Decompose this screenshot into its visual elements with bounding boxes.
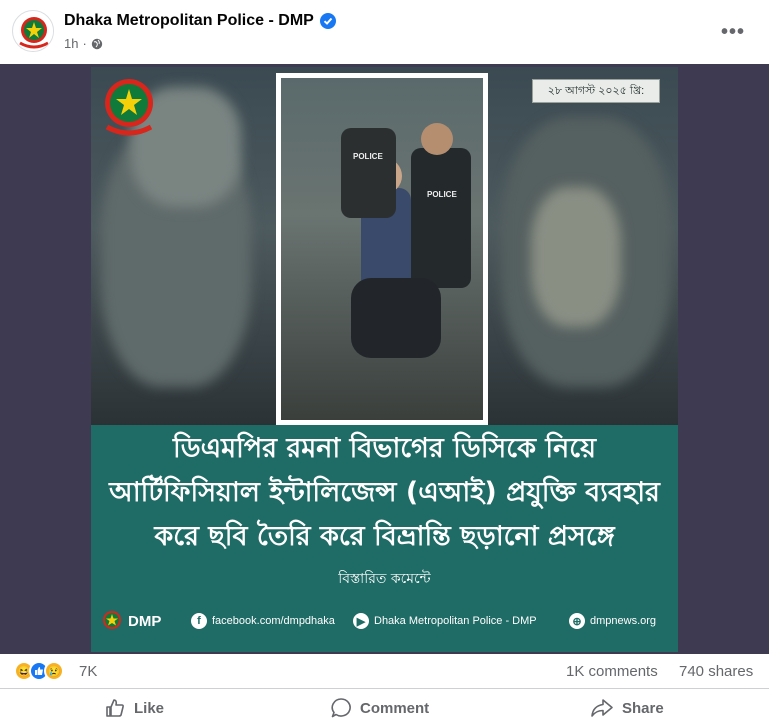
footer-web-label: dmpnews.org	[590, 615, 657, 627]
footer-youtube: ▶ Dhaka Metropolitan Police - DMP	[353, 613, 537, 629]
headline-line: ডিএমপির রমনা বিভাগের ডিসিকে নিয়ে	[172, 433, 596, 464]
police-label: POLICE	[353, 152, 383, 161]
poster-date: ২৮ আগস্ট ২০২৫ খ্রি:	[532, 79, 660, 103]
post-media[interactable]: ২৮ আগস্ট ২০২৫ খ্রি: POLICE POLICE ডিএমপি…	[0, 64, 769, 654]
footer-brand-label: DMP	[128, 612, 162, 630]
comment-icon	[331, 698, 351, 718]
post-actions: Like Comment Share	[0, 688, 769, 725]
headline-line: আর্টিফিসিয়াল ইন্টালিজেন্স (এআই) প্রযুক্…	[109, 477, 660, 508]
facebook-icon: f	[191, 613, 207, 629]
footer-web: ⊕ dmpnews.org	[569, 613, 656, 629]
footer-facebook-label: facebook.com/dmpdhaka	[212, 615, 335, 627]
reaction-icons[interactable]: 😆 😢	[14, 661, 64, 681]
page-name-link[interactable]: Dhaka Metropolitan Police - DMP	[64, 12, 314, 30]
poster-headline: ডিএমপির রমনা বিভাগের ডিসিকে নিয়ে আর্টিফ…	[91, 427, 678, 591]
headline-line: করে ছবি তৈরি করে বিভ্রান্তি ছড়ানো প্রসঙ…	[154, 521, 615, 552]
comment-button[interactable]: Comment	[330, 695, 429, 721]
shares-count-link[interactable]: 740 shares	[679, 663, 753, 680]
verified-badge-icon	[320, 13, 336, 29]
comment-label: Comment	[360, 699, 430, 717]
post-time-link[interactable]: 1h	[64, 36, 78, 51]
share-icon	[591, 699, 613, 717]
web-globe-icon: ⊕	[569, 613, 585, 629]
post-meta: 1h ·	[64, 36, 103, 51]
footer-dmp-logo-icon	[103, 611, 121, 629]
comments-count-link[interactable]: 1K comments	[566, 663, 658, 680]
page-avatar[interactable]	[12, 10, 54, 52]
poster-footer: DMP f facebook.com/dmpdhaka ▶ Dhaka Metr…	[91, 595, 678, 647]
dmp-logo-icon	[14, 12, 53, 51]
like-label: Like	[134, 699, 165, 717]
poster-photo: POLICE POLICE	[276, 73, 488, 425]
footer-brand: DMP	[101, 610, 161, 632]
youtube-icon: ▶	[353, 613, 369, 629]
footer-facebook: f facebook.com/dmpdhaka	[191, 613, 335, 629]
headline-subline: বিস্তারিত কমেন্টে	[338, 571, 431, 587]
like-button[interactable]: Like	[104, 695, 164, 721]
post-stats: 😆 😢 7K 1K comments 740 shares	[0, 654, 769, 688]
meta-separator: ·	[82, 36, 87, 51]
reaction-count[interactable]: 7K	[79, 663, 97, 680]
footer-youtube-label: Dhaka Metropolitan Police - DMP	[374, 615, 537, 627]
police-label: POLICE	[427, 190, 457, 199]
more-options-icon[interactable]: •••	[719, 18, 747, 46]
poster-image: ২৮ আগস্ট ২০২৫ খ্রি: POLICE POLICE ডিএমপি…	[91, 67, 678, 652]
sad-reaction-icon: 😢	[44, 661, 64, 681]
post-header: Dhaka Metropolitan Police - DMP 1h · •••	[0, 0, 769, 64]
like-icon	[106, 699, 124, 717]
share-label: Share	[622, 699, 664, 717]
share-button[interactable]: Share	[590, 695, 664, 721]
globe-icon	[91, 38, 103, 49]
poster-dmp-logo-icon	[99, 75, 159, 141]
